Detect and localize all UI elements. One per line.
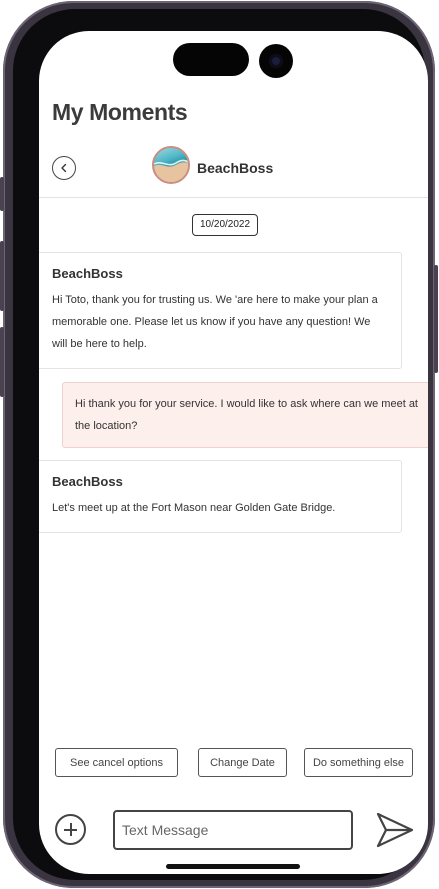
add-attachment-button[interactable] [55, 814, 86, 845]
message-input[interactable] [113, 810, 353, 850]
front-camera [259, 44, 293, 78]
action-button [0, 177, 4, 211]
phone-bezel: My Moments BeachBoss 10/20/2022 BeachBos… [13, 9, 428, 880]
power-button [434, 265, 438, 373]
message-text: Hi Toto, thank you for trusting us. We '… [52, 294, 378, 350]
back-button[interactable] [52, 156, 76, 180]
page-title: My Moments [52, 99, 188, 125]
do-something-else-button[interactable]: Do something else [304, 748, 413, 777]
see-cancel-options-button[interactable]: See cancel options [55, 748, 178, 777]
incoming-message: BeachBoss Hi Toto, thank you for trustin… [39, 252, 402, 369]
change-date-button[interactable]: Change Date [198, 748, 287, 777]
volume-down-button [0, 327, 4, 397]
contact-name[interactable]: BeachBoss [197, 160, 273, 176]
message-text: Let's meet up at the Fort Mason near Gol… [52, 502, 336, 514]
date-separator: 10/20/2022 [192, 214, 259, 236]
header-divider [39, 197, 428, 198]
message-text: Hi thank you for your service. I would l… [75, 398, 418, 432]
outgoing-message: Hi thank you for your service. I would l… [62, 382, 428, 448]
send-icon [376, 812, 414, 848]
incoming-message: BeachBoss Let's meet up at the Fort Maso… [39, 460, 402, 533]
home-indicator[interactable] [166, 864, 300, 869]
volume-up-button [0, 241, 4, 311]
phone-frame: My Moments BeachBoss 10/20/2022 BeachBos… [0, 1, 438, 888]
dynamic-island [173, 43, 249, 76]
send-button[interactable] [376, 812, 414, 848]
message-sender: BeachBoss [52, 266, 123, 281]
screen: My Moments BeachBoss 10/20/2022 BeachBos… [39, 31, 428, 874]
chevron-left-icon [61, 163, 67, 173]
contact-avatar[interactable] [152, 146, 190, 184]
beach-avatar-image [154, 159, 188, 182]
message-sender: BeachBoss [52, 474, 123, 489]
